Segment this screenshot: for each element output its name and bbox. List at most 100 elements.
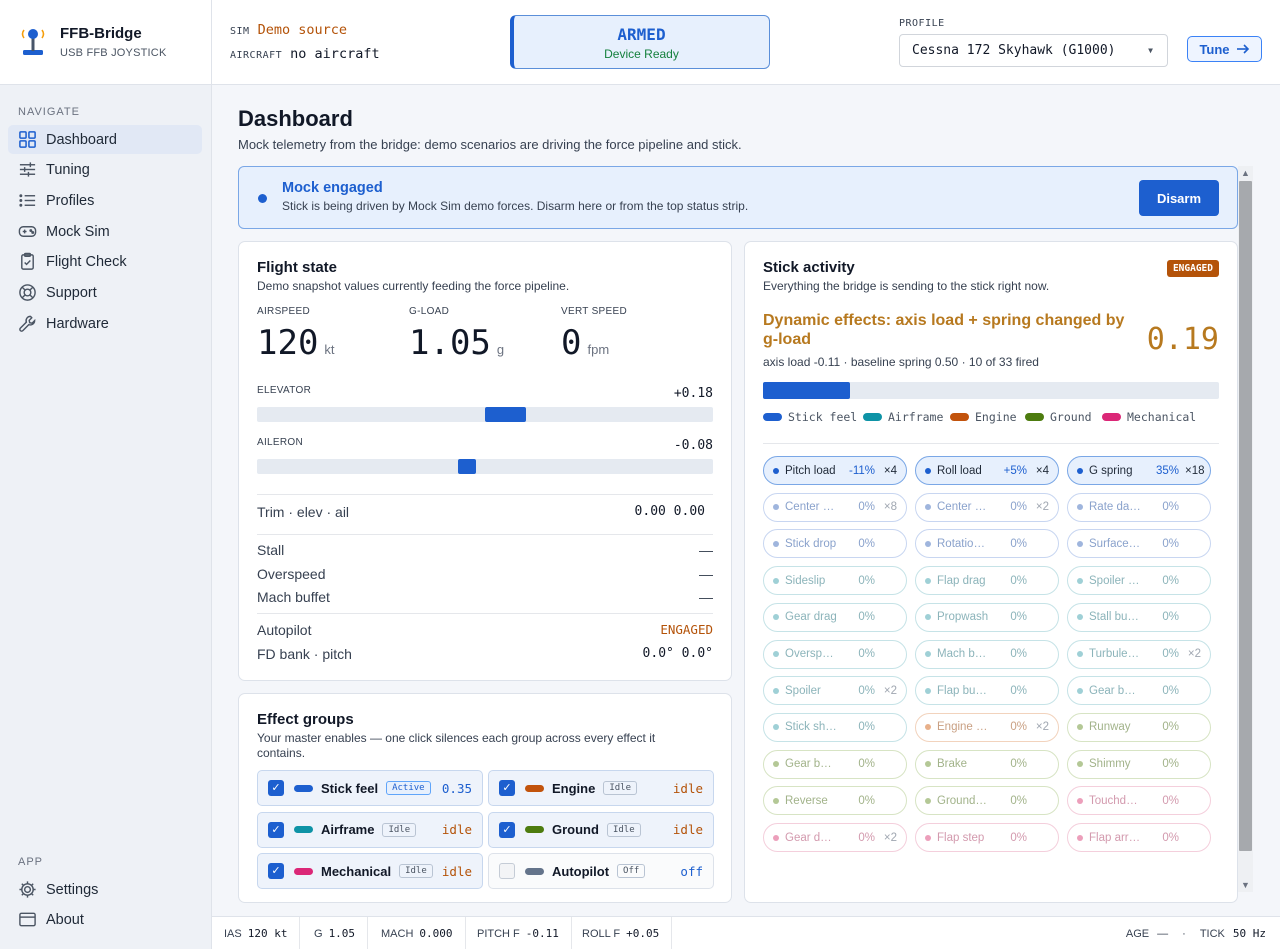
effect-chip-flap-buffet[interactable]: Flap buffet 0% xyxy=(915,676,1059,706)
chip-percent: 0% xyxy=(858,648,875,660)
effect-chip-flap-drag[interactable]: Flap drag 0% xyxy=(915,566,1059,596)
status-age-label: AGE xyxy=(1125,927,1150,940)
group-checkbox[interactable]: ✓ xyxy=(499,780,515,796)
effect-chip-flap-arrival[interactable]: Flap arrival 0% xyxy=(1067,823,1211,852)
group-name: Ground xyxy=(552,822,599,837)
sidebar-item-flight-check[interactable]: Flight Check xyxy=(8,247,202,276)
effect-chip-reverse[interactable]: Reverse 0% xyxy=(763,786,907,816)
chip-percent: 0% xyxy=(858,611,875,624)
legend-item: Ground xyxy=(1025,410,1092,424)
sidebar-item-dashboard[interactable]: Dashboard xyxy=(8,125,202,154)
status-pitch-value: -0.11 xyxy=(525,927,559,940)
chip-name: Rate damp xyxy=(1089,501,1141,514)
effect-chip-rate-damp[interactable]: Rate damp 0% xyxy=(1067,492,1211,522)
effect-chip-stick-drop[interactable]: Stick drop 0% xyxy=(763,529,907,559)
effect-chip-pitch-load[interactable]: Pitch load -11% ×4 xyxy=(763,456,907,485)
chip-name: Roll load xyxy=(937,464,982,477)
tune-label: Tune xyxy=(1199,41,1230,57)
chip-name: Brake xyxy=(937,758,968,771)
chip-multiplier: ×4 xyxy=(883,464,897,477)
effect-chip-engine-rum[interactable]: Engine rum... 0% ×2 xyxy=(915,712,1059,742)
status-g: G 1.05 xyxy=(302,917,369,949)
chip-percent: 0% xyxy=(858,537,875,550)
effect-chip-sideslip[interactable]: Sideslip 0% xyxy=(763,566,907,596)
effect-group-engine[interactable]: ✓ Engine Idle idle xyxy=(488,770,714,806)
chip-percent: 0% xyxy=(1162,684,1179,697)
sidebar-item-about[interactable]: About xyxy=(8,905,202,934)
group-value: idle xyxy=(672,822,703,837)
sidebar-item-hardware[interactable]: Hardware xyxy=(8,309,202,338)
effect-chip-runway[interactable]: Runway 0% xyxy=(1067,712,1211,742)
chip-dot xyxy=(773,687,779,694)
group-checkbox[interactable]: ✓ xyxy=(499,821,515,838)
sidebar-item-mock-sim[interactable]: Mock Sim xyxy=(8,217,202,246)
status-pitch-label: PITCH F xyxy=(477,927,520,940)
chip-name: Stall buffet xyxy=(1089,611,1141,624)
divider xyxy=(257,494,713,495)
profile-select[interactable]: Cessna 172 Skyhawk (G1000) ▼ xyxy=(899,34,1168,67)
effect-chip-overspeed[interactable]: Overspeed 0% xyxy=(763,639,907,669)
chip-name: Pitch load xyxy=(785,464,836,477)
group-name: Airframe xyxy=(321,822,375,837)
main-scrollbar[interactable]: ▲ ▼ xyxy=(1238,166,1253,892)
effect-chip-turbulence[interactable]: Turbulence 0% ×2 xyxy=(1067,639,1211,669)
divider xyxy=(257,534,713,535)
group-checkbox[interactable]: ✓ xyxy=(268,821,284,838)
effect-chip-shimmy[interactable]: Shimmy 0% xyxy=(1067,749,1211,779)
sidebar: FFB-Bridge USB FFB JOYSTICK NAVIGATE Das… xyxy=(0,0,212,949)
group-checkbox[interactable]: ✓ xyxy=(268,780,284,796)
disarm-button[interactable]: Disarm xyxy=(1139,180,1219,216)
scroll-down-icon[interactable]: ▼ xyxy=(1241,880,1250,890)
armed-status[interactable]: ARMED Device Ready xyxy=(510,15,770,69)
sidebar-item-settings[interactable]: Settings xyxy=(8,875,202,904)
effect-chip-spoiler[interactable]: Spoiler 0% ×2 xyxy=(763,676,907,706)
sidebar-item-profiles[interactable]: Profiles xyxy=(8,186,202,215)
effect-chip-brake[interactable]: Brake 0% xyxy=(915,749,1059,779)
effect-chip-flap-step[interactable]: Flap step 0% xyxy=(915,823,1059,852)
effect-chip-spoiler-drag[interactable]: Spoiler drag 0% xyxy=(1067,566,1211,596)
chip-name: Propwash xyxy=(937,611,989,624)
group-name: Stick feel xyxy=(321,780,379,796)
mach-buffet-value: — xyxy=(699,589,713,605)
effect-chip-rotation-kick[interactable]: Rotation kick 0% xyxy=(915,529,1059,559)
group-color-swatch xyxy=(294,784,313,792)
tune-button[interactable]: Tune xyxy=(1187,36,1262,62)
scroll-up-icon[interactable]: ▲ xyxy=(1241,168,1250,178)
sidebar-item-tuning[interactable]: Tuning xyxy=(8,155,202,184)
effect-chip-g-spring[interactable]: G spring 35% ×18 xyxy=(1067,456,1211,485)
effect-group-airframe[interactable]: ✓ Airframe Idle idle xyxy=(257,811,483,848)
group-checkbox[interactable] xyxy=(499,863,515,879)
effect-group-stick-feel[interactable]: ✓ Stick feel Active 0.35 xyxy=(257,770,483,806)
mach-buffet-row: Mach buffet — xyxy=(257,589,713,605)
card-subtitle: Demo snapshot values currently feeding t… xyxy=(257,279,570,293)
engaged-badge: ENGAGED xyxy=(1166,260,1219,277)
effect-chip-roll-load[interactable]: Roll load +5% ×4 xyxy=(915,456,1059,485)
scrollbar-thumb[interactable] xyxy=(1239,181,1252,851)
group-checkbox[interactable]: ✓ xyxy=(268,863,284,879)
elevator-value: +0.18 xyxy=(673,386,713,401)
chip-percent: 0% xyxy=(1162,537,1179,550)
effect-chip-mach-buffet[interactable]: Mach buffet 0% xyxy=(915,639,1059,669)
effect-chip-gear-drag[interactable]: Gear drag 0% xyxy=(763,602,907,632)
effect-chip-propwash[interactable]: Propwash 0% xyxy=(915,602,1059,632)
effect-chip-center-pitch[interactable]: Center pitch 0% ×8 xyxy=(763,492,907,522)
effect-chip-gear-deploy[interactable]: Gear deploy 0% ×2 xyxy=(763,823,907,852)
effect-group-mechanical[interactable]: ✓ Mechanical Idle idle xyxy=(257,853,483,889)
effect-chip-stall-buffet[interactable]: Stall buffet 0% xyxy=(1067,602,1211,632)
sidebar-item-support[interactable]: Support xyxy=(8,278,202,307)
brand-subtitle: USB FFB JOYSTICK xyxy=(60,47,167,59)
gload-value: 1.05 xyxy=(409,323,491,363)
effect-chip-center-roll[interactable]: Center roll 0% ×2 xyxy=(915,492,1059,522)
effect-chip-ground-accel[interactable]: Ground accel 0% xyxy=(915,786,1059,816)
chip-percent: 0% xyxy=(1010,794,1027,807)
effect-group-ground[interactable]: ✓ Ground Idle idle xyxy=(488,811,714,848)
chip-percent: 0% xyxy=(1010,831,1027,844)
effect-chip-stick-shaker[interactable]: Stick shaker 0% xyxy=(763,712,907,742)
effect-group-autopilot[interactable]: Autopilot Off off xyxy=(488,853,714,889)
effect-chip-surface-follow[interactable]: Surface follow 0% xyxy=(1067,529,1211,559)
effect-chip-gear-buffet[interactable]: Gear buffet 0% xyxy=(1067,676,1211,706)
effect-chip-touchdown[interactable]: Touchdown 0% xyxy=(1067,786,1211,816)
effect-chip-gear-bumps[interactable]: Gear bumps 0% xyxy=(763,749,907,779)
chip-dot xyxy=(925,577,931,584)
page-title: Dashboard xyxy=(238,106,353,131)
